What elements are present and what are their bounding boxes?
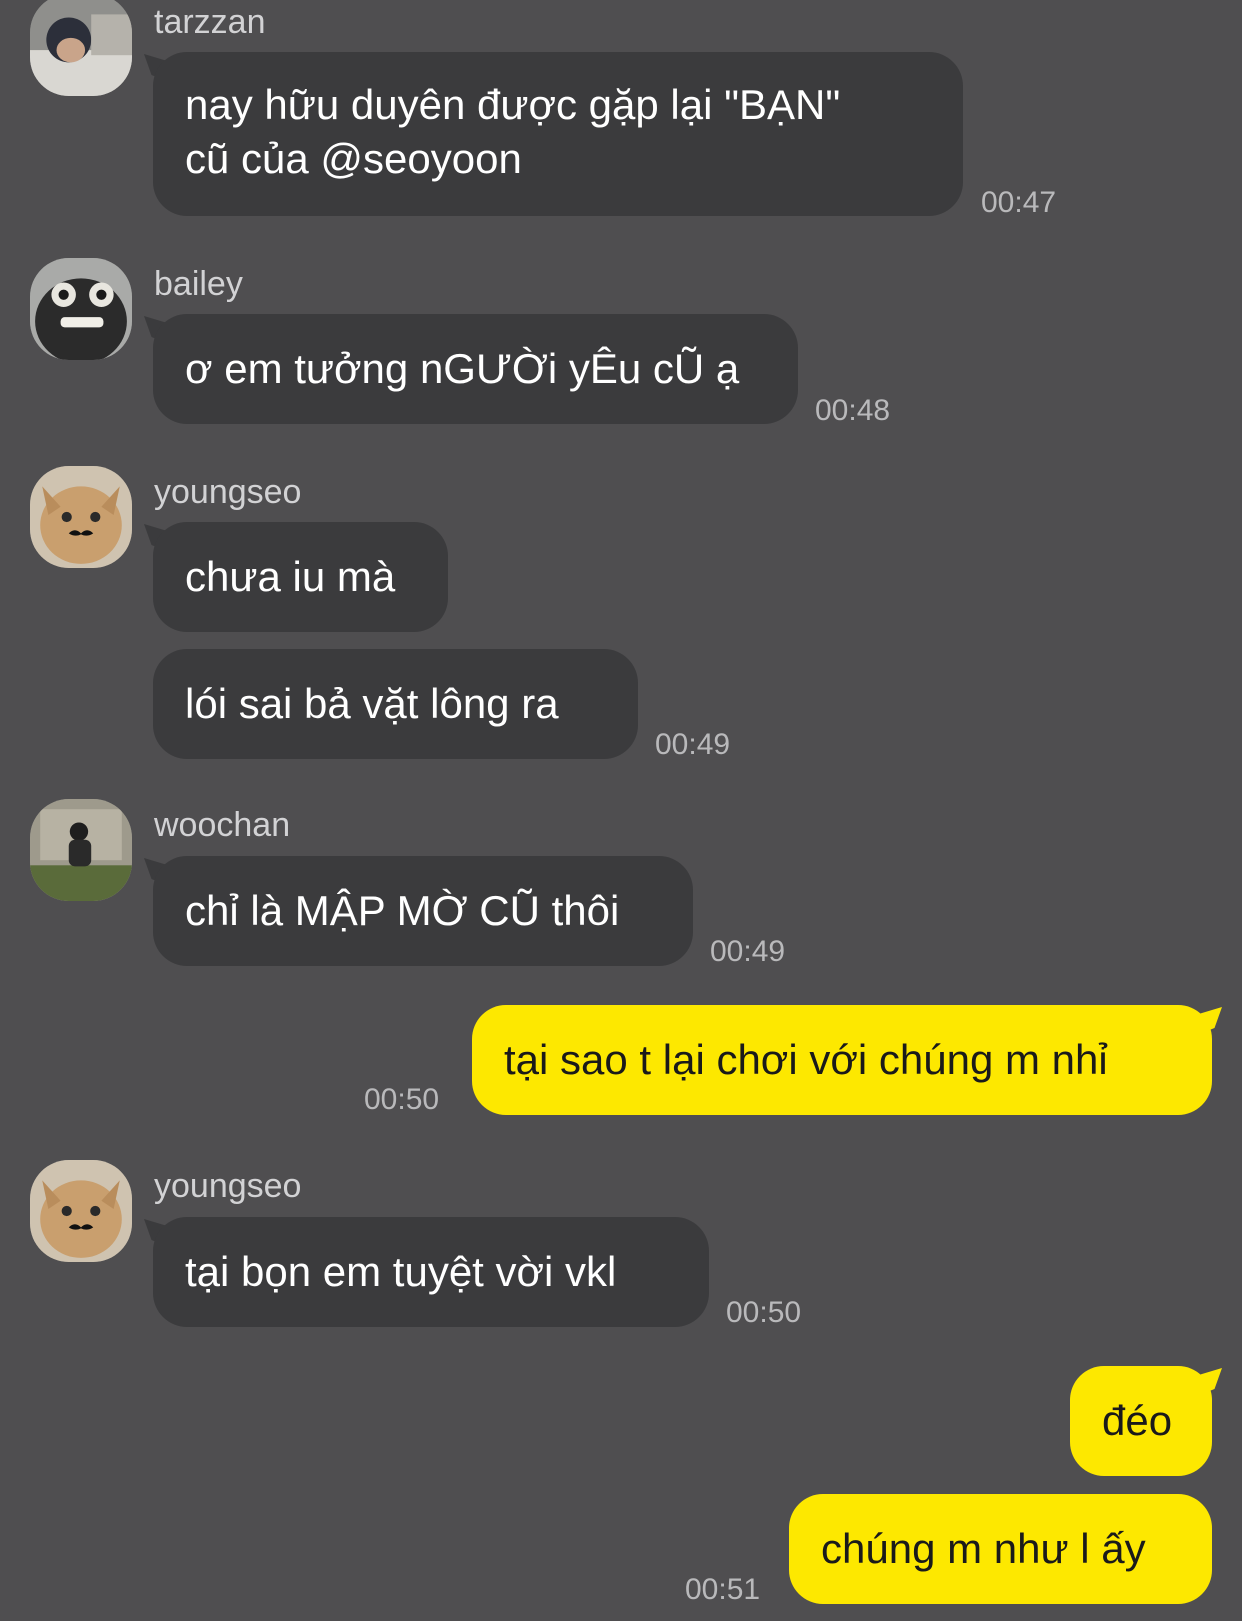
- message-time: 00:50: [364, 1083, 440, 1116]
- message-time: 00:49: [655, 728, 731, 761]
- message-bubble[interactable]: chỉ là MẬP MỜ CŨ thôi: [153, 856, 693, 966]
- sender-name: youngseo: [154, 473, 302, 511]
- sender-name: woochan: [154, 806, 291, 844]
- avatar-woochan[interactable]: [30, 799, 132, 901]
- avatar-photo-icon: [30, 0, 132, 96]
- message-text: đéo: [1102, 1397, 1173, 1444]
- message-bubble[interactable]: lói sai bả vặt lông ra: [153, 649, 638, 759]
- message-text: chưa iu mà: [185, 553, 396, 600]
- avatar-bailey[interactable]: [30, 258, 132, 360]
- message-text: ơ em tưởng nGƯỜi yÊu cŨ ạ: [185, 345, 740, 392]
- avatar-youngseo[interactable]: [30, 466, 132, 568]
- message-time: 00:49: [710, 935, 786, 968]
- message-text: chỉ là MẬP MỜ CŨ thôi: [185, 887, 620, 934]
- message-time: 00:48: [815, 394, 891, 427]
- message-bubble-outgoing[interactable]: đéo: [1070, 1366, 1212, 1476]
- avatar-tarzzan[interactable]: [30, 0, 132, 96]
- message-text: nay hữu duyên được gặp lại "BẠN": [185, 81, 841, 128]
- message-bubble-outgoing[interactable]: chúng m như l ấy: [789, 1494, 1212, 1604]
- avatar-youngseo[interactable]: [30, 1160, 132, 1262]
- sender-name: youngseo: [154, 1167, 302, 1205]
- sender-name: tarzzan: [154, 3, 266, 41]
- message-text: tại bọn em tuyệt vời vkl: [185, 1248, 617, 1295]
- message-text: chúng m như l ấy: [821, 1525, 1146, 1572]
- message-bubble[interactable]: tại bọn em tuyệt vời vkl: [153, 1217, 709, 1327]
- message-time: 00:47: [981, 186, 1057, 219]
- message-bubble[interactable]: nay hữu duyên được gặp lại "BẠN" cũ của …: [153, 52, 963, 216]
- message-text: cũ của @seoyoon: [185, 135, 522, 182]
- message-bubble[interactable]: chưa iu mà: [153, 522, 448, 632]
- avatar-photo-icon: [30, 466, 132, 568]
- avatar-photo-icon: [30, 1160, 132, 1262]
- sender-name: bailey: [154, 265, 243, 303]
- avatar-photo-icon: [30, 799, 132, 901]
- message-time: 00:50: [726, 1296, 802, 1329]
- message-bubble[interactable]: ơ em tưởng nGƯỜi yÊu cŨ ạ: [153, 314, 798, 424]
- avatar-photo-icon: [30, 258, 132, 360]
- message-time: 00:51: [685, 1573, 761, 1606]
- message-bubble-outgoing[interactable]: tại sao t lại chơi với chúng m nhỉ: [472, 1005, 1212, 1115]
- message-text: tại sao t lại chơi với chúng m nhỉ: [504, 1036, 1108, 1083]
- message-text: lói sai bả vặt lông ra: [185, 680, 559, 727]
